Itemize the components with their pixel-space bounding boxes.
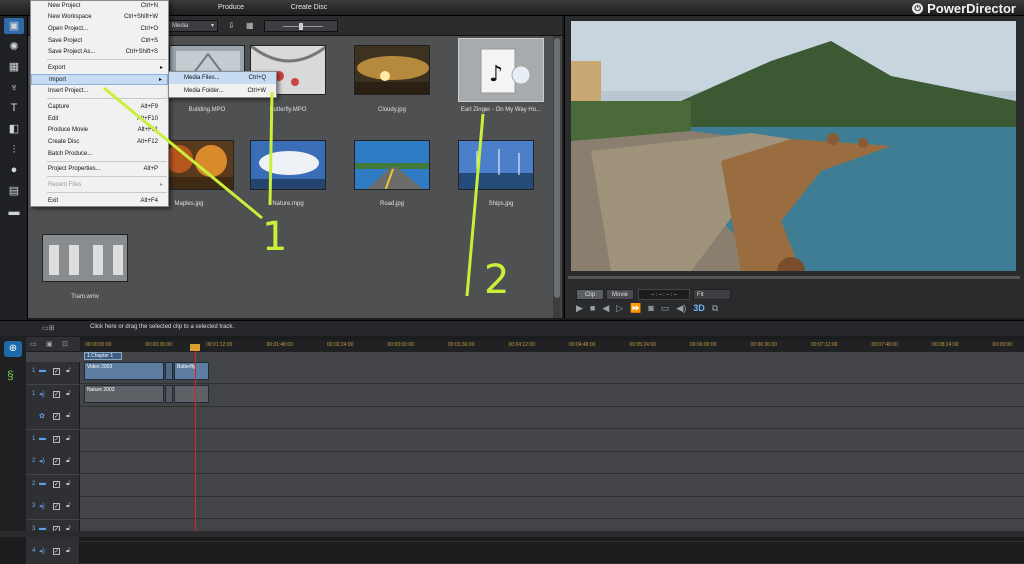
annotation-arrow-one-b xyxy=(268,91,274,206)
annotation-number-one: 1 xyxy=(262,214,287,260)
annotation-overlay: 1 2 xyxy=(103,86,509,303)
track-controls: 4 ◂) ✓ 🔓︎ xyxy=(26,542,80,564)
timeline-track[interactable] xyxy=(26,542,1024,564)
annotation-arrow-one xyxy=(103,86,263,220)
audio-track-icon: ◂) xyxy=(39,548,45,555)
lock-icon[interactable]: 🔓︎ xyxy=(66,547,71,555)
annotation-arrow-two xyxy=(465,113,485,297)
track-enable-checkbox[interactable]: ✓ xyxy=(53,548,60,555)
track-number: 4 xyxy=(32,548,36,554)
annotation-number-two: 2 xyxy=(484,257,509,303)
